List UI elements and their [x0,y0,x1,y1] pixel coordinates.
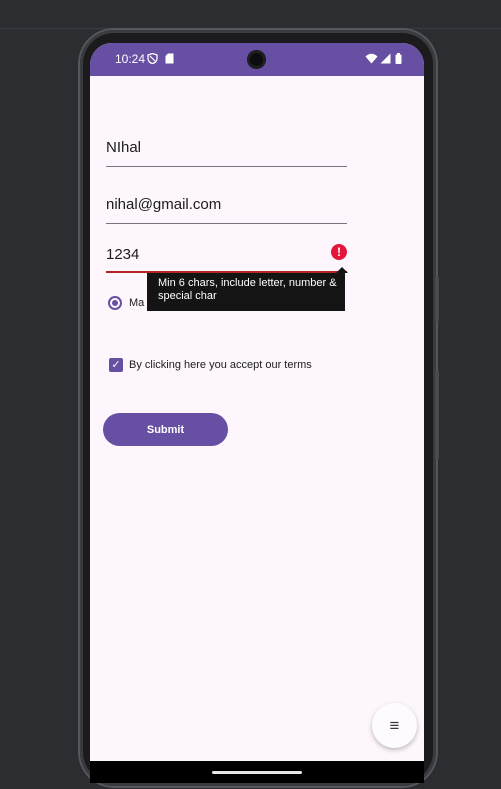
name-field[interactable]: NIhal [106,103,347,167]
password-field[interactable]: 1234 [106,218,347,273]
email-value: nihal@gmail.com [106,196,222,213]
status-time: 10:24 [115,52,146,66]
dnd-shield-icon [147,52,158,67]
navigation-bar [90,761,424,783]
name-value: NIhal [106,139,142,156]
terms-checkbox[interactable]: ✓ [109,358,123,372]
email-field[interactable]: nihal@gmail.com [106,163,347,224]
password-value: 1234 [106,246,140,263]
gender-radio-label: Ma [129,297,145,309]
front-camera [247,50,266,69]
submit-button[interactable]: Submit [103,413,228,446]
menu-icon: ≡ [389,715,400,735]
battery-icon [395,53,402,67]
signal-icon [380,53,391,67]
device-frame: 10:24 NIhal nihal@gmail.com 1234 ! Ma Mi… [80,30,439,786]
menu-fab[interactable]: ≡ [372,703,417,748]
ide-top-bar [0,0,501,29]
wifi-icon [365,53,378,67]
error-icon[interactable]: ! [331,244,347,260]
sd-card-icon [165,53,174,67]
terms-label: By clicking here you accept our terms [129,359,312,371]
volume-button [435,370,439,460]
error-tooltip: Min 6 chars, include letter, number & sp… [147,273,345,311]
power-button [435,276,439,322]
home-gesture-pill[interactable] [212,771,302,774]
app-screen: 10:24 NIhal nihal@gmail.com 1234 ! Ma Mi… [90,43,424,769]
gender-radio-male[interactable] [108,296,122,310]
status-bar: 10:24 [90,43,424,76]
